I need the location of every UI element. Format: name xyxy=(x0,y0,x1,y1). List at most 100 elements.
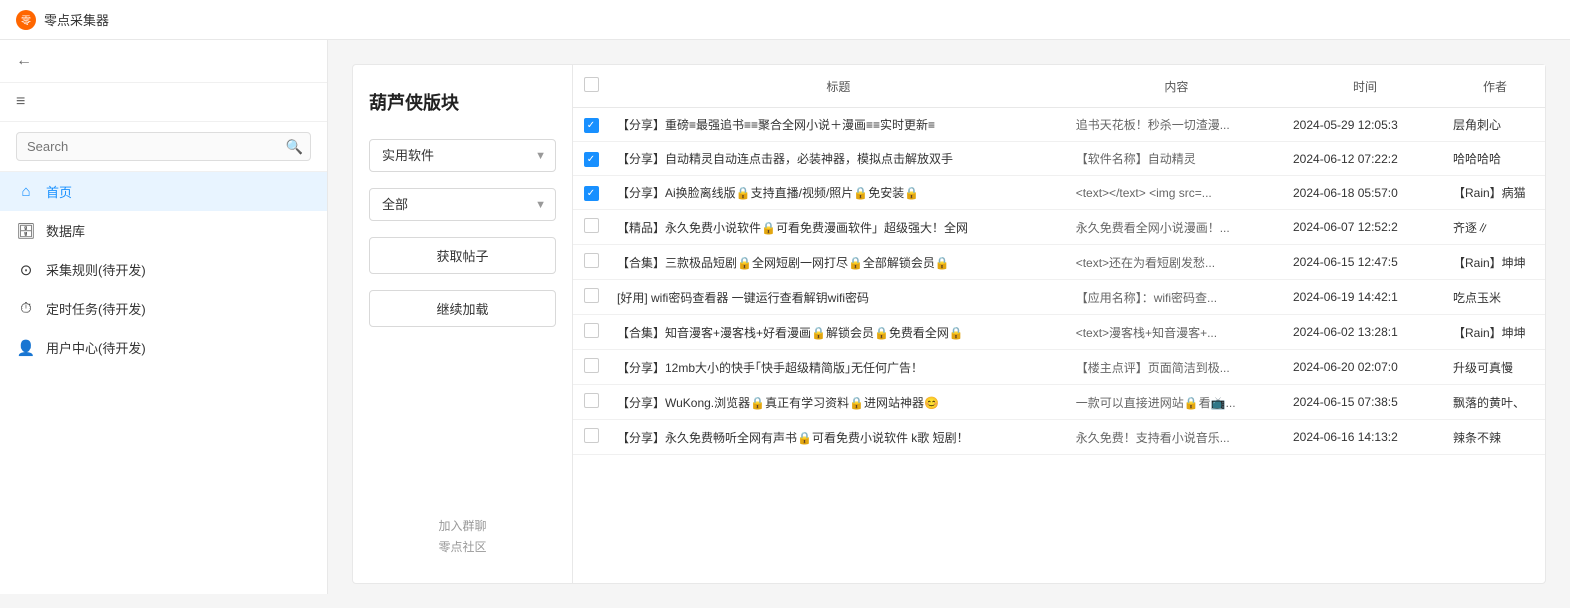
cell-title-0: 【分享】重磅≡最强追书≡≡聚合全网小说＋漫画≡≡实时更新≡ xyxy=(617,116,1057,133)
category-select-wrap: 实用软件游戏娱乐工具 ▼ xyxy=(369,139,556,172)
table-row: 【分享】WuKong.浏览器🔒真正有学习资料🔒进网站神器😊 一款可以直接进网站🔒看… xyxy=(573,385,1545,420)
cell-author-2: 【Rain】病猫 xyxy=(1445,176,1545,210)
sidebar-item-label: 采集规则(待开发) xyxy=(46,260,146,279)
bottom-links: 加入群聊 零点社区 xyxy=(369,516,556,559)
cell-author-8: 飘落的黄叶、 xyxy=(1445,385,1545,420)
cell-author-1: 哈哈哈哈 xyxy=(1445,142,1545,176)
nav-list: ⌂ 首页 🗄 数据库 ⊙ 采集规则(待开发) ⏱ 定时任务(待开发) 👤 用户中… xyxy=(0,172,327,367)
cell-author-9: 辣条不辣 xyxy=(1445,420,1545,455)
rules-icon: ⊙ xyxy=(16,261,36,279)
cell-time-0: 2024-05-29 12:05:3 xyxy=(1285,108,1445,142)
cell-time-9: 2024-06-16 14:13:2 xyxy=(1285,420,1445,455)
load-more-button[interactable]: 继续加载 xyxy=(369,290,556,327)
header-checkbox[interactable] xyxy=(584,77,599,92)
search-icon[interactable]: 🔍 xyxy=(286,138,303,155)
cell-time-1: 2024-06-12 07:22:2 xyxy=(1285,142,1445,176)
table-wrap: 标题内容时间作者 ✓ 【分享】重磅≡最强追书≡≡聚合全网小说＋漫画≡≡实时更新≡ 追… xyxy=(573,65,1545,583)
content-card: 葫芦侠版块 实用软件游戏娱乐工具 ▼ 全部最新最热 ▼ 获取帖子 继续加载 加入… xyxy=(352,64,1546,584)
table-row: ✓ 【分享】Ai换脸离线版🔒支持直播/视频/照片🔒免安装🔒 <text></text… xyxy=(573,176,1545,210)
table-row: 【合集】三款极品短剧🔒全网短剧一网打尽🔒全部解锁会员🔒 <text>还在为看短剧发… xyxy=(573,245,1545,280)
data-table: 标题内容时间作者 ✓ 【分享】重磅≡最强追书≡≡聚合全网小说＋漫画≡≡实时更新≡ 追… xyxy=(573,65,1545,455)
table-row: 【分享】永久免费畅听全网有声书🔒可看免费小说软件 k歌 短剧！ 永久免费！支持看小… xyxy=(573,420,1545,455)
cell-author-5: 吃点玉米 xyxy=(1445,280,1545,315)
home-icon: ⌂ xyxy=(16,183,36,200)
sidebar-item-tasks[interactable]: ⏱ 定时任务(待开发) xyxy=(0,289,327,328)
row-checkbox-5[interactable] xyxy=(584,288,599,303)
row-checkbox-9[interactable] xyxy=(584,428,599,443)
cell-title-3: 【精品】永久免费小说软件🔒可看免费漫画软件」超级强大！全网 xyxy=(617,219,1057,236)
row-checkbox-3[interactable] xyxy=(584,218,599,233)
cell-title-1: 【分享】自动精灵自动连点击器，必装神器，模拟点击解放双手 xyxy=(617,150,1057,167)
cell-title-2: 【分享】Ai换脸离线版🔒支持直播/视频/照片🔒免安装🔒 xyxy=(617,184,1057,201)
right-panel: 标题内容时间作者 ✓ 【分享】重磅≡最强追书≡≡聚合全网小说＋漫画≡≡实时更新≡ 追… xyxy=(573,65,1545,583)
row-checkbox-7[interactable] xyxy=(584,358,599,373)
cell-title-6: 【合集】知音漫客+漫客栈+好看漫画🔒解锁会员🔒免费看全网🔒 xyxy=(617,324,1057,341)
cell-author-3: 齐逐∥ xyxy=(1445,210,1545,245)
app-title: 零点采集器 xyxy=(44,10,109,29)
sidebar-item-label: 首页 xyxy=(46,182,72,201)
sidebar: ← ≡ 🔍 ⌂ 首页 🗄 数据库 ⊙ 采集规则(待开发) ⏱ 定时任务(待开发)… xyxy=(0,40,328,594)
category-select[interactable]: 实用软件游戏娱乐工具 xyxy=(369,139,556,172)
search-input[interactable] xyxy=(16,132,311,161)
row-checkbox-4[interactable] xyxy=(584,253,599,268)
table-head: 标题内容时间作者 xyxy=(573,65,1545,108)
join-group-link[interactable]: 加入群聊 xyxy=(369,516,556,538)
sidebar-item-rules[interactable]: ⊙ 采集规则(待开发) xyxy=(0,250,327,289)
table-body: ✓ 【分享】重磅≡最强追书≡≡聚合全网小说＋漫画≡≡实时更新≡ 追书天花板！秒杀一切… xyxy=(573,108,1545,455)
sidebar-item-user[interactable]: 👤 用户中心(待开发) xyxy=(0,328,327,367)
community-link[interactable]: 零点社区 xyxy=(369,537,556,559)
search-box-container: 🔍 xyxy=(0,122,327,172)
cell-author-6: 【Rain】坤坤 xyxy=(1445,315,1545,350)
cell-content-8: 一款可以直接进网站🔒看📺... xyxy=(1076,394,1277,411)
row-checkbox-0[interactable]: ✓ xyxy=(584,118,599,133)
cell-content-7: 【楼主点评】页面简洁到极... xyxy=(1076,359,1277,376)
fetch-posts-button[interactable]: 获取帖子 xyxy=(369,237,556,274)
col-header-2: 内容 xyxy=(1068,65,1285,108)
cell-author-4: 【Rain】坤坤 xyxy=(1445,245,1545,280)
cell-title-8: 【分享】WuKong.浏览器🔒真正有学习资料🔒进网站神器😊 xyxy=(617,394,1057,411)
cell-content-9: 永久免费！支持看小说音乐... xyxy=(1076,429,1277,446)
cell-content-3: 永久免费看全网小说漫画！... xyxy=(1076,219,1277,236)
col-header-4: 作者 xyxy=(1445,65,1545,108)
cell-time-8: 2024-06-15 07:38:5 xyxy=(1285,385,1445,420)
panel-title: 葫芦侠版块 xyxy=(369,89,556,115)
cell-time-6: 2024-06-02 13:28:1 xyxy=(1285,315,1445,350)
filter-select-wrap: 全部最新最热 ▼ xyxy=(369,188,556,221)
table-row: 【精品】永久免费小说软件🔒可看免费漫画软件」超级强大！全网 永久免费看全网小说漫画… xyxy=(573,210,1545,245)
database-icon: 🗄 xyxy=(16,222,36,240)
cell-content-1: 【软件名称】自动精灵 xyxy=(1076,150,1277,167)
back-button[interactable]: ← xyxy=(0,40,327,83)
cell-content-5: 【应用名称】：wifi密码查... xyxy=(1076,289,1277,306)
col-header-3: 时间 xyxy=(1285,65,1445,108)
cell-time-5: 2024-06-19 14:42:1 xyxy=(1285,280,1445,315)
row-checkbox-1[interactable]: ✓ xyxy=(584,152,599,167)
table-row: [好用] wifi密码查看器 一键运行查看解钥wifi密码 【应用名称】：wifi… xyxy=(573,280,1545,315)
cell-title-7: 【分享】12mb大小的快手｢快手超级精简版｣无任何广告！ xyxy=(617,359,1057,376)
user-icon: 👤 xyxy=(16,339,36,357)
cell-author-0: 层角刺心 xyxy=(1445,108,1545,142)
col-header-0 xyxy=(573,65,609,108)
menu-icon[interactable]: ≡ xyxy=(0,83,327,122)
cell-time-3: 2024-06-07 12:52:2 xyxy=(1285,210,1445,245)
cell-content-6: <text>漫客栈+知音漫客+... xyxy=(1076,324,1277,341)
cell-content-4: <text>还在为看短剧发愁... xyxy=(1076,254,1277,271)
table-row: 【分享】12mb大小的快手｢快手超级精简版｣无任何广告！ 【楼主点评】页面简洁到极… xyxy=(573,350,1545,385)
cell-content-2: <text></text> <img src=... xyxy=(1076,186,1277,200)
app-logo: 零 xyxy=(16,10,36,30)
sidebar-item-label: 定时任务(待开发) xyxy=(46,299,146,318)
cell-title-4: 【合集】三款极品短剧🔒全网短剧一网打尽🔒全部解锁会员🔒 xyxy=(617,254,1057,271)
left-panel: 葫芦侠版块 实用软件游戏娱乐工具 ▼ 全部最新最热 ▼ 获取帖子 继续加载 加入… xyxy=(353,65,573,583)
cell-time-4: 2024-06-15 12:47:5 xyxy=(1285,245,1445,280)
row-checkbox-6[interactable] xyxy=(584,323,599,338)
table-row: ✓ 【分享】自动精灵自动连点击器，必装神器，模拟点击解放双手 【软件名称】自动精灵 2… xyxy=(573,142,1545,176)
table-row: 【合集】知音漫客+漫客栈+好看漫画🔒解锁会员🔒免费看全网🔒 <text>漫客栈+知… xyxy=(573,315,1545,350)
sidebar-item-database[interactable]: 🗄 数据库 xyxy=(0,211,327,250)
cell-title-5: [好用] wifi密码查看器 一键运行查看解钥wifi密码 xyxy=(617,289,1057,306)
cell-content-0: 追书天花板！秒杀一切渣漫... xyxy=(1076,116,1277,133)
row-checkbox-2[interactable]: ✓ xyxy=(584,186,599,201)
filter-select[interactable]: 全部最新最热 xyxy=(369,188,556,221)
sidebar-item-home[interactable]: ⌂ 首页 xyxy=(0,172,327,211)
sidebar-item-label: 数据库 xyxy=(46,221,85,240)
row-checkbox-8[interactable] xyxy=(584,393,599,408)
cell-title-9: 【分享】永久免费畅听全网有声书🔒可看免费小说软件 k歌 短剧！ xyxy=(617,429,1057,446)
